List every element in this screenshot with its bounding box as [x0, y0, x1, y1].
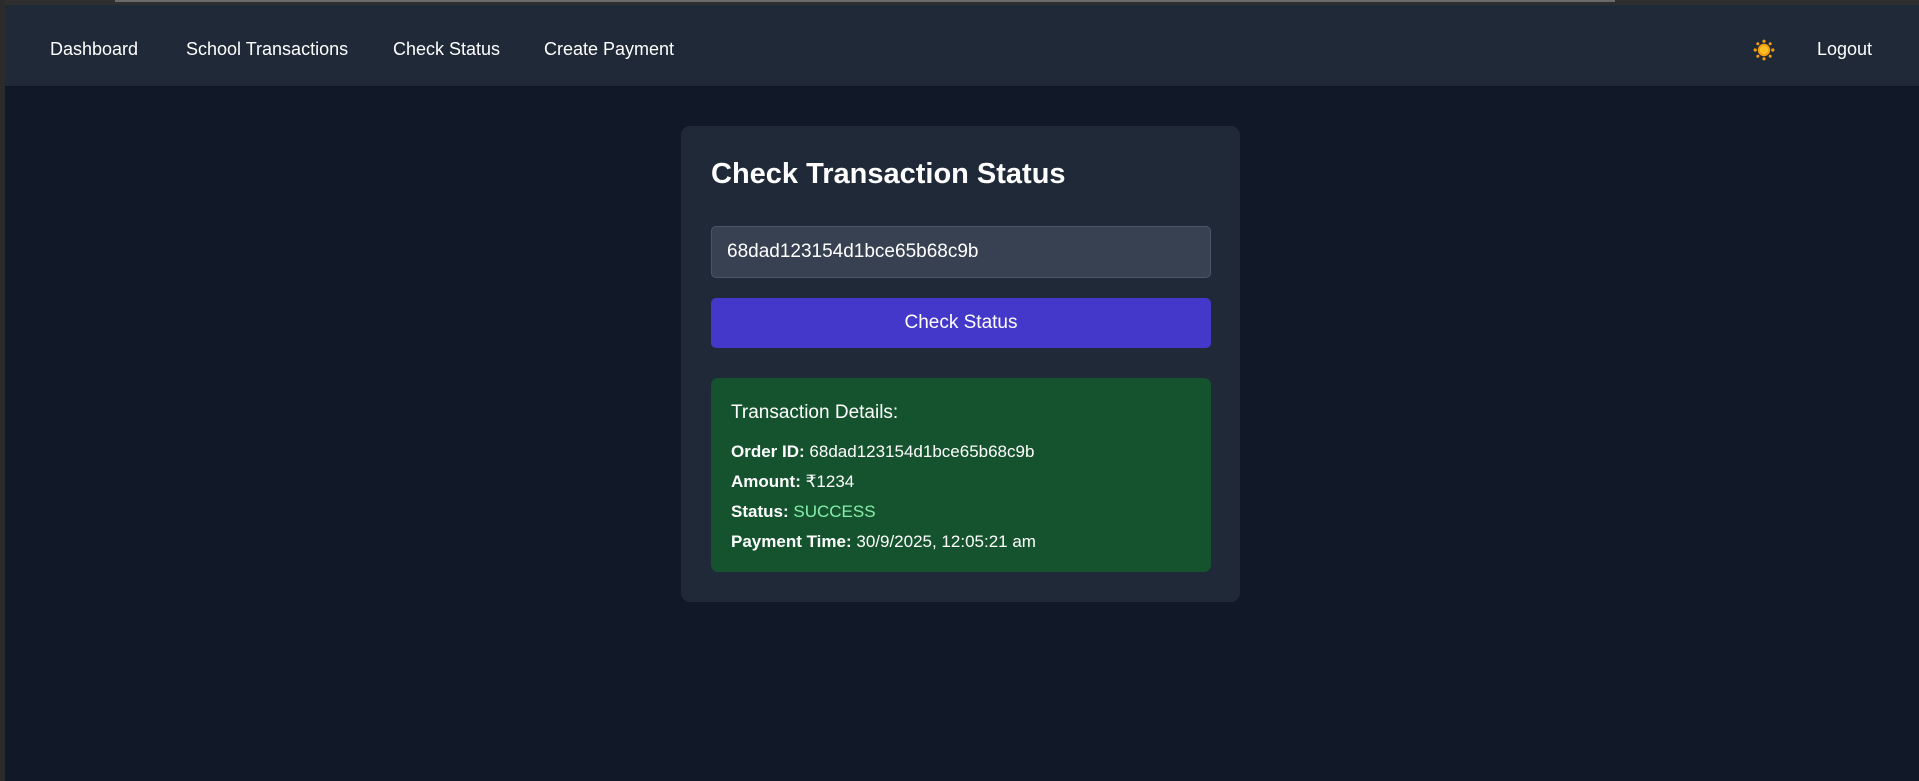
- logout-button[interactable]: Logout: [1817, 5, 1872, 87]
- payment-time-value: 30/9/2025, 12:05:21 am: [856, 532, 1036, 551]
- payment-time-label: Payment Time:: [731, 532, 852, 551]
- check-status-button[interactable]: Check Status: [711, 298, 1211, 348]
- detail-amount: Amount: ₹1234: [731, 467, 1191, 497]
- page-title: Check Transaction Status: [711, 158, 1066, 190]
- order-id-label: Order ID:: [731, 442, 805, 461]
- app-window: Dashboard School Transactions Check Stat…: [5, 0, 1919, 781]
- nav-link-school-transactions[interactable]: School Transactions: [186, 5, 348, 87]
- detail-payment-time: Payment Time: 30/9/2025, 12:05:21 am: [731, 527, 1191, 557]
- nav-link-dashboard[interactable]: Dashboard: [50, 5, 138, 87]
- detail-order-id: Order ID: 68dad123154d1bce65b68c9b: [731, 437, 1191, 467]
- check-status-card: Check Transaction Status Check Status Tr…: [681, 126, 1240, 602]
- nav-link-create-payment[interactable]: Create Payment: [544, 5, 674, 87]
- window-highlight: [115, 0, 1615, 2]
- theme-toggle-sun-icon[interactable]: [1752, 38, 1776, 62]
- sun-icon: [1753, 39, 1775, 61]
- order-id-input[interactable]: [711, 226, 1211, 278]
- order-id-value: 68dad123154d1bce65b68c9b: [809, 442, 1035, 461]
- amount-label: Amount:: [731, 472, 801, 491]
- status-value: SUCCESS: [793, 502, 876, 521]
- details-title: Transaction Details:: [731, 402, 899, 423]
- status-label: Status:: [731, 502, 789, 521]
- navbar: Dashboard School Transactions Check Stat…: [5, 5, 1919, 87]
- nav-link-check-status[interactable]: Check Status: [393, 5, 500, 87]
- detail-status: Status: SUCCESS: [731, 497, 1191, 527]
- amount-value: ₹1234: [805, 472, 855, 491]
- transaction-details-panel: Transaction Details: Order ID: 68dad1231…: [711, 378, 1211, 572]
